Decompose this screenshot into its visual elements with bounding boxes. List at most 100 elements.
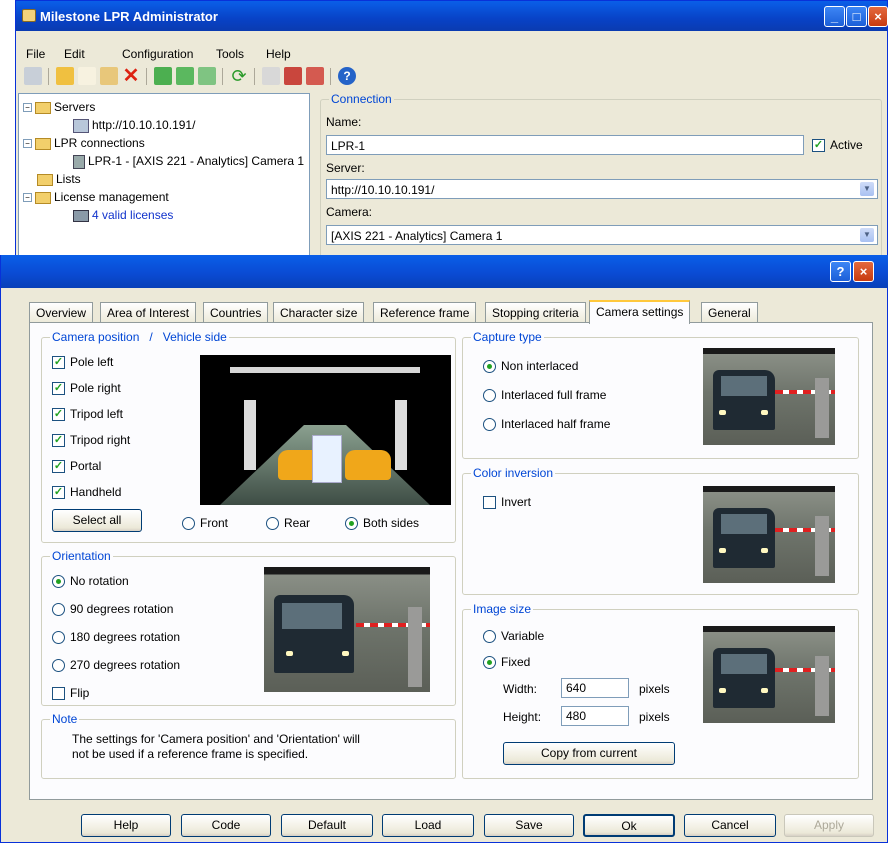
load-button[interactable]: Load	[382, 814, 474, 837]
check-icon: ✓	[52, 356, 65, 370]
copy-icon[interactable]	[78, 67, 96, 85]
camera-select[interactable]: [AXIS 221 - Analytics] Camera 1 ▼	[326, 225, 878, 245]
select-all-button[interactable]: Select all	[52, 509, 142, 532]
menu-help[interactable]: Help	[266, 47, 291, 61]
copy-from-current-button[interactable]: Copy from current	[503, 742, 675, 765]
camera-settings-panel: Camera position / Vehicle side ✓ Pole lef…	[29, 322, 873, 800]
add-list-icon[interactable]	[198, 67, 216, 85]
collapse-icon[interactable]: −	[23, 139, 32, 149]
cut-icon[interactable]	[56, 67, 74, 85]
main-window: Milestone LPR Administrator _ □ × File E…	[15, 0, 888, 262]
pole-right-checkbox[interactable]: ✓ Pole right	[52, 381, 121, 396]
tab-reference-frame[interactable]: Reference frame	[373, 302, 477, 323]
note-line-1: The settings for 'Camera position' and '…	[72, 732, 360, 746]
tab-general[interactable]: General	[701, 302, 758, 323]
rear-radio[interactable]: Rear	[266, 516, 310, 531]
check-icon: ✓	[52, 486, 65, 500]
add-connection-icon[interactable]	[176, 67, 194, 85]
tab-area-of-interest[interactable]: Area of Interest	[100, 302, 197, 323]
front-radio[interactable]: Front	[182, 516, 228, 531]
delete-icon[interactable]: ✕	[122, 66, 140, 86]
radio-icon	[483, 656, 496, 670]
option-label: 90 degrees rotation	[70, 602, 174, 616]
tab-stopping-criteria[interactable]: Stopping criteria	[485, 302, 586, 323]
chevron-down-icon[interactable]: ▼	[860, 228, 874, 242]
paste-icon[interactable]	[100, 67, 118, 85]
both-sides-radio[interactable]: Both sides	[345, 516, 419, 531]
save-button[interactable]: Save	[484, 814, 574, 837]
height-unit: pixels	[639, 710, 670, 724]
help-icon[interactable]: ?	[338, 67, 356, 85]
interlaced-full-frame-radio[interactable]: Interlaced full frame	[483, 388, 606, 403]
rotation-180-radio[interactable]: 180 degrees rotation	[52, 630, 180, 645]
interlaced-half-frame-radio[interactable]: Interlaced half frame	[483, 417, 610, 432]
tripod-left-checkbox[interactable]: ✓ Tripod left	[52, 407, 123, 422]
width-input[interactable]: 640	[561, 678, 629, 698]
active-checkbox[interactable]: ✓ Active	[812, 138, 863, 153]
tree-label: LPR-1 - [AXIS 221 - Analytics] Camera 1	[88, 154, 305, 168]
portal-checkbox[interactable]: ✓ Portal	[52, 459, 101, 474]
cancel-button[interactable]: Cancel	[684, 814, 776, 837]
default-button[interactable]: Default	[281, 814, 373, 837]
menu-edit[interactable]: Edit	[64, 47, 85, 61]
variable-radio[interactable]: Variable	[483, 629, 544, 644]
no-rotation-radio[interactable]: No rotation	[52, 574, 129, 589]
main-title-bar[interactable]: Milestone LPR Administrator _ □ ×	[16, 1, 888, 31]
post-shape	[408, 607, 422, 687]
navigation-tree: − Servers http://10.10.10.191/ − LPR conne…	[18, 93, 310, 261]
rotation-270-radio[interactable]: 270 degrees rotation	[52, 658, 180, 673]
tree-lpr-item[interactable]: LPR-1 - [AXIS 221 - Analytics] Camera 1	[73, 154, 311, 169]
tree-servers[interactable]: − Servers	[23, 100, 95, 114]
maximize-button[interactable]: □	[846, 6, 867, 27]
pole-left-checkbox[interactable]: ✓ Pole left	[52, 355, 113, 370]
stop-icon[interactable]	[284, 67, 302, 85]
collapse-icon[interactable]: −	[23, 193, 32, 203]
invert-checkbox[interactable]: Invert	[483, 495, 531, 510]
fixed-radio[interactable]: Fixed	[483, 655, 530, 670]
refresh-icon[interactable]: ⟳	[230, 67, 248, 85]
name-field[interactable]: LPR-1	[326, 135, 804, 155]
tree-lists[interactable]: Lists	[37, 172, 81, 186]
tree-label: License management	[54, 190, 169, 204]
tab-countries[interactable]: Countries	[203, 302, 269, 323]
tree-server-item[interactable]: http://10.10.10.191/	[73, 118, 195, 133]
help-button[interactable]: Help	[81, 814, 171, 837]
server-select[interactable]: http://10.10.10.191/ ▼	[326, 179, 878, 199]
menu-file[interactable]: File	[26, 47, 45, 61]
dialog-close-button[interactable]: ×	[853, 261, 874, 282]
add-server-icon[interactable]	[154, 67, 172, 85]
menu-tools[interactable]: Tools	[216, 47, 244, 61]
dialog-help-button[interactable]: ?	[830, 261, 851, 282]
apply-button[interactable]: Apply	[784, 814, 874, 837]
chevron-down-icon[interactable]: ▼	[860, 182, 874, 196]
handheld-checkbox[interactable]: ✓ Handheld	[52, 485, 121, 500]
collapse-icon[interactable]: −	[23, 103, 32, 113]
save-icon[interactable]	[24, 67, 42, 85]
camera-disabled-icon[interactable]	[262, 67, 280, 85]
close-button[interactable]: ×	[868, 6, 888, 27]
tree-licenses[interactable]: 4 valid licenses	[73, 208, 173, 222]
tree-lpr-connections[interactable]: − LPR connections	[23, 136, 145, 150]
rotation-90-radio[interactable]: 90 degrees rotation	[52, 602, 174, 617]
menu-configuration[interactable]: Configuration	[122, 47, 193, 61]
code-button[interactable]: Code	[181, 814, 271, 837]
record-icon[interactable]	[306, 67, 324, 85]
width-label: Width:	[503, 682, 538, 696]
height-input[interactable]: 480	[561, 706, 629, 726]
option-label: Non interlaced	[501, 359, 579, 373]
camera-position-illustration	[200, 355, 451, 505]
tripod-right-checkbox[interactable]: ✓ Tripod right	[52, 433, 130, 448]
tab-camera-settings[interactable]: Camera settings	[589, 300, 691, 324]
tab-character-size[interactable]: Character size	[273, 302, 365, 323]
minimize-button[interactable]: _	[824, 6, 845, 27]
flip-checkbox[interactable]: Flip	[52, 686, 89, 701]
dialog-title-bar[interactable]: ? ×	[1, 255, 888, 288]
window-title: Milestone LPR Administrator	[40, 9, 218, 24]
capture-type-group: Capture type Non interlaced Interlaced f…	[462, 330, 859, 459]
tree-label: Lists	[56, 172, 81, 186]
tree-license-management[interactable]: − License management	[23, 190, 169, 204]
tab-overview[interactable]: Overview	[29, 302, 94, 323]
non-interlaced-radio[interactable]: Non interlaced	[483, 359, 579, 374]
ok-button[interactable]: Ok	[583, 814, 675, 837]
tree-label: Servers	[54, 100, 96, 114]
